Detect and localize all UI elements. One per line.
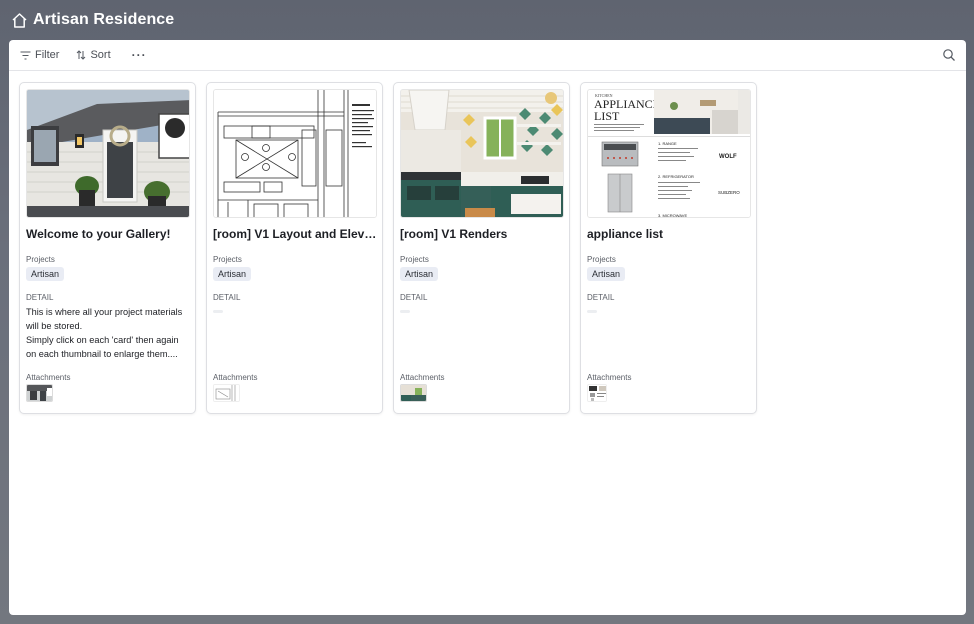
card-thumbnail-storefront[interactable] — [26, 89, 190, 218]
card-thumbnail-floorplan[interactable] — [213, 89, 377, 218]
view-toolbar: Filter Sort ··· — [9, 40, 966, 71]
project-tag: Artisan — [400, 267, 439, 281]
thumb-brand1: WOLF — [719, 154, 737, 160]
projects-label: Projects — [587, 255, 616, 264]
card-title: [room] V1 Renders — [400, 227, 508, 241]
detail-line: This is where all your project materials — [26, 307, 183, 317]
gallery-panel: Filter Sort ··· Welcome to your Gallery!… — [9, 40, 966, 615]
card-title: [room] V1 Layout and Elevations — [213, 227, 377, 241]
card-thumbnail-appliance-list[interactable]: KITCHEN APPLIANCE LIST 1. RANGE WOLF 2. … — [587, 89, 751, 218]
detail-empty-placeholder — [213, 310, 223, 313]
attachments-label: Attachments — [587, 373, 632, 382]
attachments-label: Attachments — [400, 373, 445, 382]
detail-empty-placeholder — [587, 310, 597, 313]
attachment-thumbnail[interactable] — [26, 384, 53, 402]
projects-label: Projects — [213, 255, 242, 264]
app-header: Artisan Residence — [0, 0, 974, 40]
project-tag: Artisan — [587, 267, 626, 281]
gallery-card[interactable]: KITCHEN APPLIANCE LIST 1. RANGE WOLF 2. … — [580, 82, 757, 414]
thumb-brand2: SUBZERO — [718, 190, 740, 195]
thumb-item3: 3. MICROWAVE — [658, 213, 687, 218]
page-title: Artisan Residence — [33, 11, 175, 28]
project-tag: Artisan — [213, 267, 252, 281]
project-tag: Artisan — [26, 267, 65, 281]
gallery-card[interactable]: Welcome to your Gallery! Projects Artisa… — [19, 82, 196, 414]
filter-button[interactable]: Filter — [20, 49, 59, 61]
detail-label: DETAIL — [587, 293, 615, 302]
thumb-item1: 1. RANGE — [658, 141, 677, 146]
projects-label: Projects — [400, 255, 429, 264]
sort-label: Sort — [90, 49, 111, 61]
attachment-thumbnail[interactable] — [213, 384, 240, 402]
detail-label: DETAIL — [400, 293, 428, 302]
thumb-item2: 2. REFRIGERATOR — [658, 174, 694, 179]
detail-line: Simply click on each 'card' then again — [26, 335, 179, 345]
attachment-thumbnail[interactable] — [587, 384, 607, 402]
detail-empty-placeholder — [400, 310, 410, 313]
card-title: Welcome to your Gallery! — [26, 227, 171, 241]
projects-label: Projects — [26, 255, 55, 264]
attachment-thumbnail[interactable] — [400, 384, 427, 402]
card-title: appliance list — [587, 227, 664, 241]
home-icon[interactable] — [11, 12, 28, 29]
thumb-heading-line2: LIST — [594, 109, 620, 123]
card-thumbnail-kitchen-render[interactable] — [400, 89, 564, 218]
filter-label: Filter — [35, 49, 60, 61]
search-icon[interactable] — [942, 48, 956, 62]
detail-label: DETAIL — [26, 293, 54, 302]
detail-label: DETAIL — [213, 293, 241, 302]
more-options-button[interactable]: ··· — [132, 48, 147, 62]
sort-button[interactable]: Sort — [76, 49, 111, 61]
detail-line: will be stored. — [26, 321, 83, 331]
filter-icon — [20, 50, 31, 60]
gallery-card[interactable]: [room] V1 Renders Projects Artisan DETAI… — [393, 82, 570, 414]
detail-text: This is where all your project materials… — [26, 305, 190, 361]
sort-icon — [77, 50, 86, 60]
attachments-label: Attachments — [213, 373, 258, 382]
gallery-grid: Welcome to your Gallery! Projects Artisa… — [19, 82, 767, 414]
detail-line: on each thumbnail to enlarge them.... — [26, 349, 178, 359]
attachments-label: Attachments — [26, 373, 71, 382]
gallery-card[interactable]: [room] V1 Layout and Elevations Projects… — [206, 82, 383, 414]
